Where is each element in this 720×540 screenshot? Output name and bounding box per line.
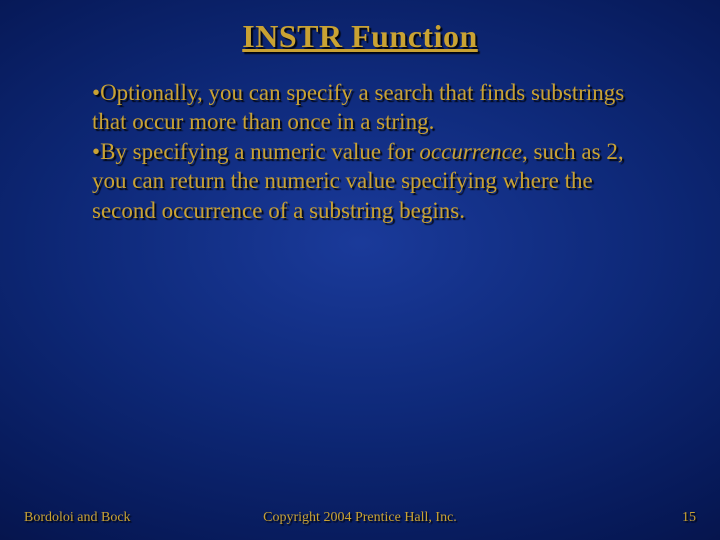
- footer-page-number: 15: [682, 510, 696, 526]
- slide-title: INSTR Function: [0, 18, 720, 55]
- bullet-text: Optionally, you can specify a search tha…: [92, 80, 624, 134]
- bullet-text-before: By specifying a numeric value for: [100, 139, 419, 164]
- footer-copyright: Copyright 2004 Prentice Hall, Inc.: [0, 510, 720, 526]
- bullet-icon: •: [92, 80, 100, 105]
- bullet-italic: occurrence: [419, 139, 522, 164]
- bullet-item: •By specifying a numeric value for occur…: [92, 137, 660, 225]
- bullet-icon: •: [92, 139, 100, 164]
- bullet-item: •Optionally, you can specify a search th…: [92, 78, 660, 137]
- slide: INSTR Function •Optionally, you can spec…: [0, 0, 720, 540]
- slide-body: •Optionally, you can specify a search th…: [92, 78, 660, 225]
- slide-footer: Bordoloi and Bock Copyright 2004 Prentic…: [0, 506, 720, 526]
